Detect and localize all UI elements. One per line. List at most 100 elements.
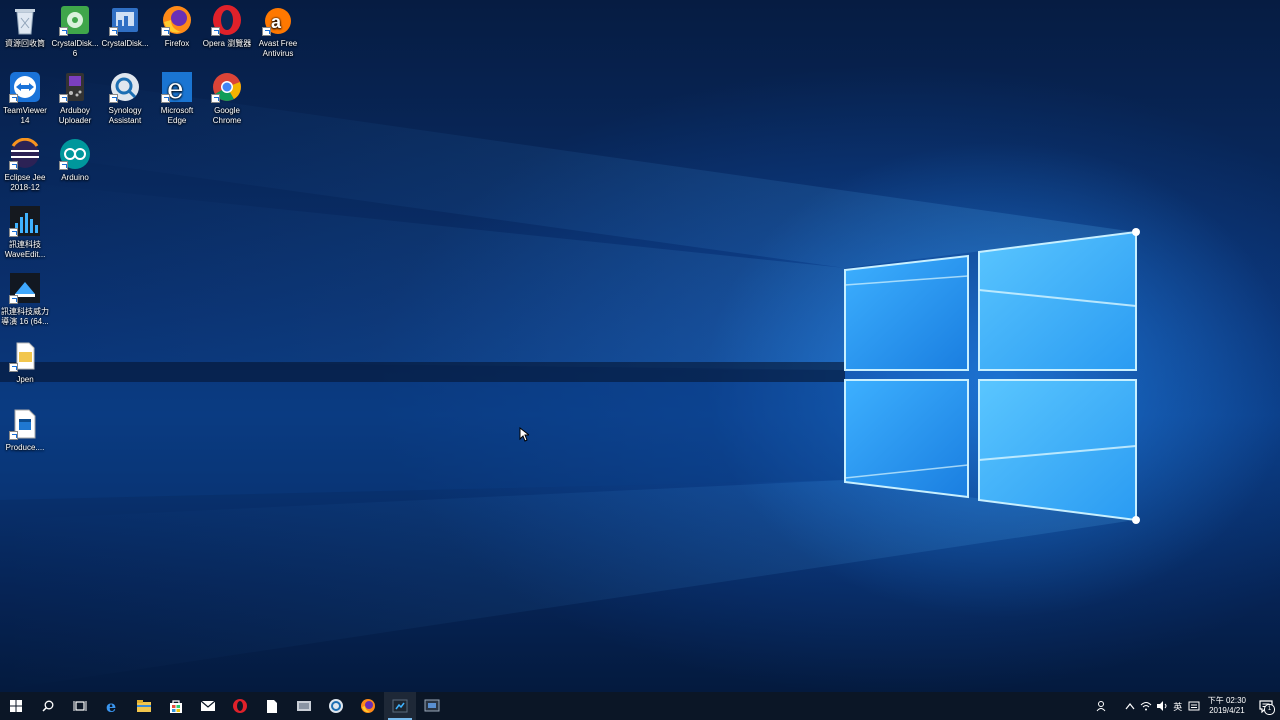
shortcut-arrow-icon — [59, 94, 68, 103]
system-tray: 英 下午 02:30 2019/4/21 1 — [1094, 692, 1280, 720]
people-icon — [1096, 701, 1106, 712]
crystaldiskmark-icon — [109, 4, 141, 36]
task-view-icon — [73, 701, 87, 711]
shortcut-arrow-icon — [109, 94, 118, 103]
recycle-bin-icon — [9, 4, 41, 36]
desktop-shortcut[interactable]: e Microsoft Edge — [152, 71, 202, 126]
desktop-shortcut-label: Arduino — [61, 173, 89, 182]
clock-time: 下午 02:30 — [1207, 696, 1246, 705]
synology-icon — [109, 71, 141, 103]
shortcut-arrow-icon — [59, 161, 68, 170]
mouse-cursor-icon — [519, 427, 529, 442]
taskbar-opera[interactable] — [224, 692, 256, 720]
shortcut-arrow-icon — [9, 295, 18, 304]
speaker-icon — [1156, 701, 1167, 711]
taskbar-store[interactable] — [160, 692, 192, 720]
opera-icon — [233, 699, 247, 713]
taskbar: e 英 下午 02:30 2019/4/21 1 — [0, 692, 1280, 720]
taskbar-synology[interactable] — [320, 692, 352, 720]
shortcut-arrow-icon — [9, 94, 18, 103]
taskbar-notepad[interactable] — [256, 692, 288, 720]
svg-text:a: a — [271, 12, 282, 32]
desktop-shortcut[interactable]: Produce.... — [0, 408, 50, 453]
desktop-shortcut-label: 訊連科技 WaveEdit... — [4, 240, 46, 259]
waveeditor-icon — [9, 205, 41, 237]
desktop-shortcut-label: Microsoft Edge — [160, 106, 194, 125]
desktop-shortcut[interactable]: a Avast Free Antivirus — [253, 4, 303, 59]
desktop-shortcut[interactable]: 訊連科技 WaveEdit... — [0, 205, 50, 260]
shortcut-arrow-icon — [9, 161, 18, 170]
app-icon — [297, 701, 311, 711]
desktop-shortcut-label: Arduboy Uploader — [58, 106, 92, 125]
desktop-shortcut-label: Google Chrome — [212, 106, 242, 125]
desktop-shortcut[interactable]: Jpen — [0, 340, 50, 385]
shortcut-arrow-icon — [9, 363, 18, 372]
taskbar-powerdirector[interactable] — [384, 692, 416, 720]
powerdirector-icon — [392, 699, 408, 713]
chevron-up-icon — [1125, 703, 1135, 710]
desktop-shortcut[interactable]: CrystalDisk... 6 — [50, 4, 100, 59]
notification-badge: 1 — [1264, 704, 1275, 715]
desktop-shortcut-label: Jpen — [16, 375, 34, 384]
desktop-shortcut[interactable]: Arduboy Uploader — [50, 71, 100, 126]
firefox-icon — [161, 4, 193, 36]
firefox-icon — [361, 699, 375, 713]
desktop-shortcut-label: CrystalDisk... — [101, 39, 149, 48]
action-center-button[interactable]: 1 — [1252, 692, 1280, 720]
tray-show-hidden[interactable] — [1122, 692, 1138, 720]
chrome-icon — [211, 71, 243, 103]
screen-capture-icon — [424, 699, 440, 712]
tray-volume[interactable] — [1154, 692, 1170, 720]
shortcut-arrow-icon — [161, 27, 170, 36]
search-button[interactable] — [32, 692, 64, 720]
folder-icon — [9, 340, 41, 372]
desktop-shortcut[interactable]: CrystalDisk... — [100, 4, 150, 49]
tray-ime-mode[interactable] — [1186, 692, 1202, 720]
desktop-shortcut[interactable]: Eclipse Jee 2018-12 — [0, 137, 50, 193]
wifi-icon — [1140, 702, 1152, 711]
desktop-shortcut[interactable]: Firefox — [152, 4, 202, 49]
desktop-shortcut-label: 訊連科技威力導演 16 (64... — [1, 307, 49, 326]
shortcut-arrow-icon — [109, 27, 118, 36]
shortcut-arrow-icon — [161, 94, 170, 103]
desktop-shortcut-label: CrystalDisk... 6 — [51, 39, 99, 58]
desktop-shortcut-label: Eclipse Jee 2018-12 — [4, 173, 46, 192]
desktop-shortcut-label: Produce.... — [5, 443, 45, 452]
desktop-shortcut-label: Opera 瀏覽器 — [202, 39, 252, 48]
edge-icon: e — [161, 71, 193, 105]
desktop-shortcut[interactable]: Opera 瀏覽器 — [202, 4, 252, 49]
desktop-shortcut[interactable]: Synology Assistant — [100, 71, 150, 126]
arduino-icon — [59, 138, 91, 170]
eclipse-icon — [9, 137, 41, 170]
tray-people[interactable] — [1094, 692, 1110, 720]
taskbar-mail[interactable] — [192, 692, 224, 720]
desktop-shortcut[interactable]: TeamViewer 14 — [0, 71, 50, 126]
desktop-shortcut[interactable]: 訊連科技威力導演 16 (64... — [0, 272, 50, 327]
taskbar-firefox[interactable] — [352, 692, 384, 720]
shortcut-arrow-icon — [9, 431, 18, 440]
tray-network[interactable] — [1138, 692, 1154, 720]
desktop-shortcut-label: 資源回收筒 — [5, 39, 45, 48]
desktop-shortcut[interactable]: Arduino — [50, 138, 100, 183]
start-button[interactable] — [0, 692, 32, 720]
shortcut-arrow-icon — [59, 27, 68, 36]
shortcut-arrow-icon — [9, 228, 18, 237]
taskbar-capture[interactable] — [416, 692, 448, 720]
taskbar-file-explorer[interactable] — [128, 692, 160, 720]
taskbar-edge[interactable]: e — [96, 692, 128, 720]
task-view-button[interactable] — [64, 692, 96, 720]
taskbar-app-grey[interactable] — [288, 692, 320, 720]
taskbar-clock[interactable]: 下午 02:30 2019/4/21 — [1202, 696, 1252, 716]
edge-icon: e — [106, 698, 116, 714]
tray-input-method[interactable]: 英 — [1170, 692, 1186, 720]
desktop-shortcut[interactable]: Google Chrome — [202, 71, 252, 126]
store-icon — [170, 699, 182, 713]
windows-logo-icon — [10, 700, 22, 712]
tray-spacer — [1110, 692, 1122, 720]
shortcut-arrow-icon — [211, 94, 220, 103]
avast-icon: a — [262, 4, 294, 36]
powerdirector-icon — [9, 272, 41, 304]
desktop-shortcut[interactable]: 資源回收筒 — [0, 4, 50, 49]
shortcut-arrow-icon — [211, 27, 220, 36]
shortcut-arrow-icon — [262, 27, 271, 36]
